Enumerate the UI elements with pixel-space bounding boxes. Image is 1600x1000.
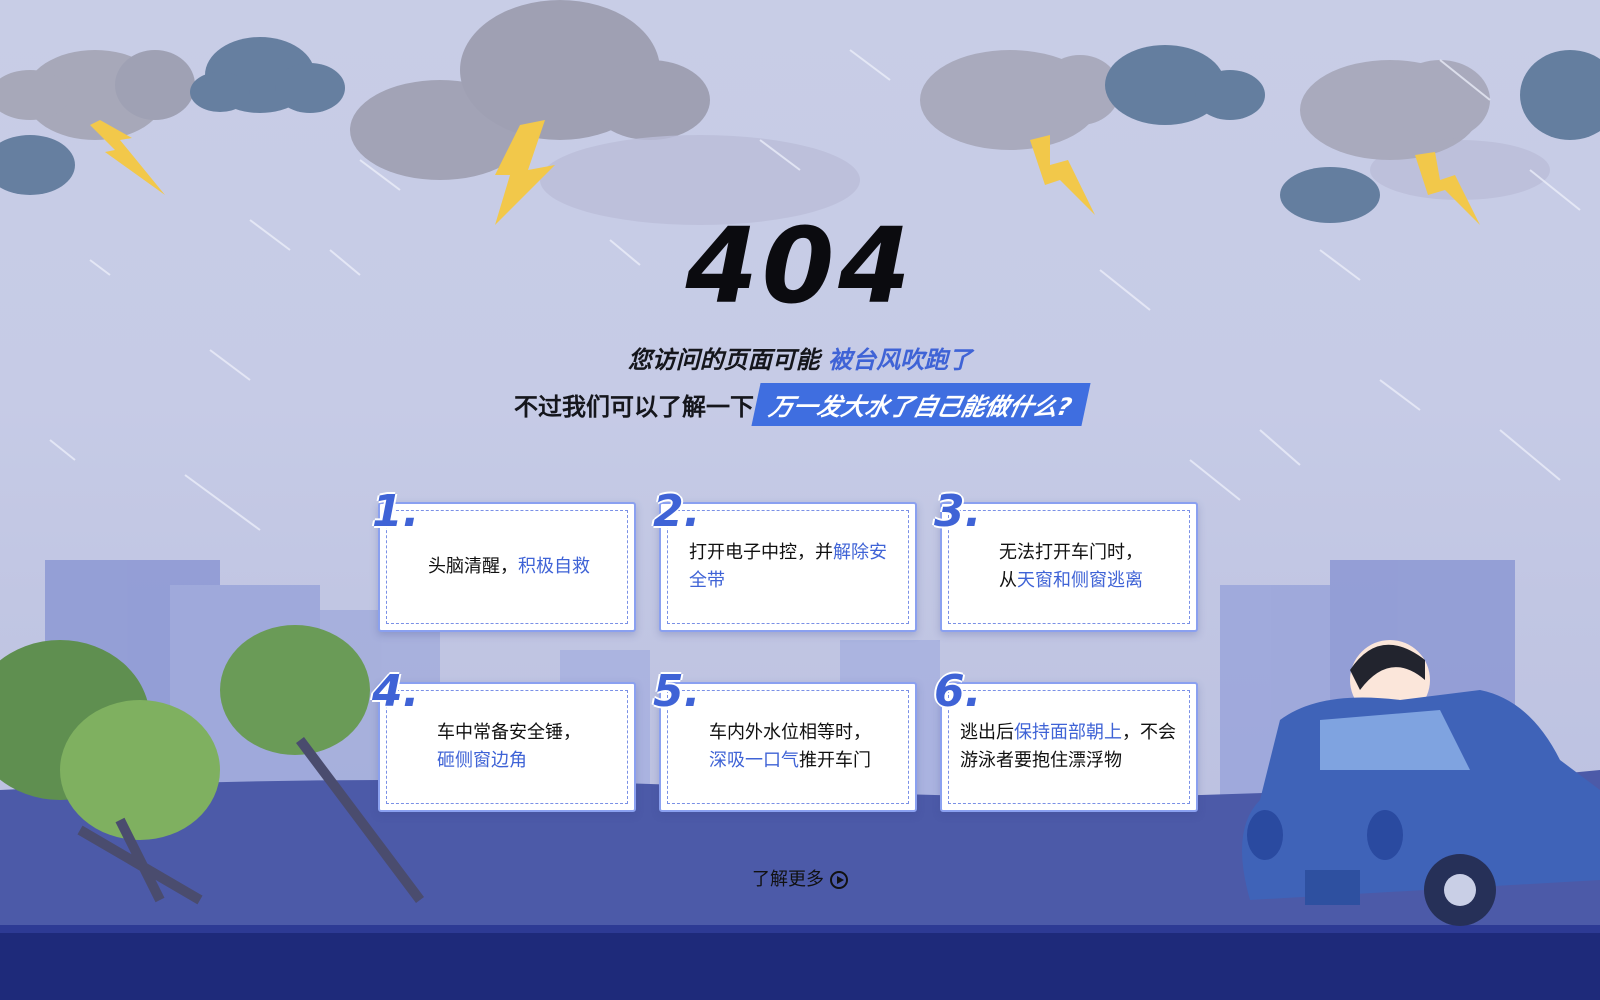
tip-text: 车内外水位相等时， 深吸一口气推开车门 [673, 684, 907, 810]
background-scene [0, 0, 1600, 1000]
tip-text-part: 头脑清醒， [428, 556, 518, 577]
error-message: 您访问的页面可能 被台风吹跑了 [0, 340, 1600, 375]
tip-card-2: 2. 打开电子中控，并解除安全带 [653, 486, 917, 632]
tip-text-highlight: 砸侧窗边角 [437, 750, 527, 771]
tip-text: 打开电子中控，并解除安全带 [673, 504, 907, 630]
tip-text-part: 推开车门 [799, 750, 871, 771]
tip-text: 车中常备安全锤， 砸侧窗边角 [392, 684, 626, 810]
tip-card-3: 3. 无法打开车门时， 从天窗和侧窗逃离 [934, 486, 1198, 632]
tip-text-part: 打开电子中控，并 [689, 542, 833, 563]
tip-card-4: 4. 车中常备安全锤， 砸侧窗边角 [372, 666, 636, 812]
tip-text: 头脑清醒，积极自救 [392, 504, 626, 630]
play-circle-icon[interactable] [830, 871, 848, 889]
tip-text-highlight: 天窗和侧窗逃离 [1017, 570, 1143, 591]
subtitle-tag: 万一发大水了自己能做什么? [751, 383, 1091, 426]
subtitle: 不过我们可以了解一下 万一发大水了自己能做什么? [0, 383, 1600, 426]
subtitle-tag-text: 万一发大水了自己能做什么? [766, 393, 1075, 421]
subtitle-prefix: 不过我们可以了解一下 [514, 393, 755, 421]
tip-card-6: 6. 逃出后保持面部朝上，不会游泳者要抱住漂浮物 [934, 666, 1198, 812]
tip-text-part: 无法打开车门时， [999, 542, 1143, 563]
tip-card-5: 5. 车内外水位相等时， 深吸一口气推开车门 [653, 666, 917, 812]
error-code: 404 [685, 205, 915, 327]
tips-grid: 1. 头脑清醒，积极自救 2. 打开电子中控，并解除安全带 3. 无法打开车门时… [372, 486, 1224, 822]
tip-text-highlight: 保持面部朝上 [1014, 722, 1122, 743]
tip-text: 无法打开车门时， 从天窗和侧窗逃离 [954, 504, 1188, 630]
tip-card-1: 1. 头脑清醒，积极自救 [372, 486, 636, 632]
error-message-prefix: 您访问的页面可能 [627, 346, 820, 374]
tip-text-highlight: 深吸一口气 [709, 750, 799, 771]
learn-more-link[interactable]: 了解更多 [0, 865, 1600, 891]
tip-text-part: 逃出后 [960, 722, 1014, 743]
learn-more-label[interactable]: 了解更多 [752, 869, 824, 890]
tip-text-part: 车中常备安全锤， [437, 722, 581, 743]
cloud-icon [920, 50, 1120, 150]
tip-text-part: 车内外水位相等时， [709, 722, 871, 743]
error-message-highlight: 被台风吹跑了 [828, 346, 973, 374]
tip-text-part: 从 [999, 570, 1017, 591]
tip-text-highlight: 积极自救 [518, 556, 590, 577]
street [0, 925, 1600, 1000]
tip-text: 逃出后保持面部朝上，不会游泳者要抱住漂浮物 [954, 684, 1188, 810]
